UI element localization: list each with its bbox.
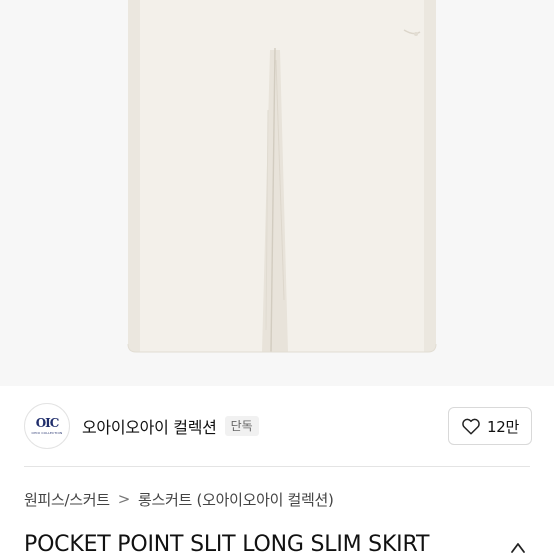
brand-logo-mark: OIC <box>35 416 60 430</box>
share-icon[interactable] <box>508 540 528 554</box>
breadcrumb: 원피스/스커트 > 롱스커트 (오아이오아이 컬렉션) <box>24 488 334 510</box>
like-button[interactable]: 12만 <box>448 407 532 445</box>
heart-outline-icon <box>462 418 480 435</box>
breadcrumb-separator: > <box>117 490 131 508</box>
brand-name[interactable]: 오아이오아이 컬렉션 <box>82 414 217 438</box>
brand-logo[interactable]: OIC OHIO COLLECTION <box>24 403 70 449</box>
brand-logo-sub: OHIO COLLECTION <box>31 431 63 435</box>
brand-row: OIC OHIO COLLECTION 오아이오아이 컬렉션 단독 12만 <box>0 386 554 466</box>
divider <box>24 466 530 467</box>
product-image[interactable] <box>0 0 554 386</box>
skirt-photo <box>0 0 554 386</box>
breadcrumb-category[interactable]: 원피스/스커트 <box>24 489 110 510</box>
like-count: 12만 <box>487 417 519 436</box>
product-title: POCKET POINT SLIT LONG SLIM SKIRT_ <box>24 532 440 554</box>
exclusive-badge: 단독 <box>224 416 259 436</box>
breadcrumb-subcategory[interactable]: 롱스커트 (오아이오아이 컬렉션) <box>138 489 334 510</box>
